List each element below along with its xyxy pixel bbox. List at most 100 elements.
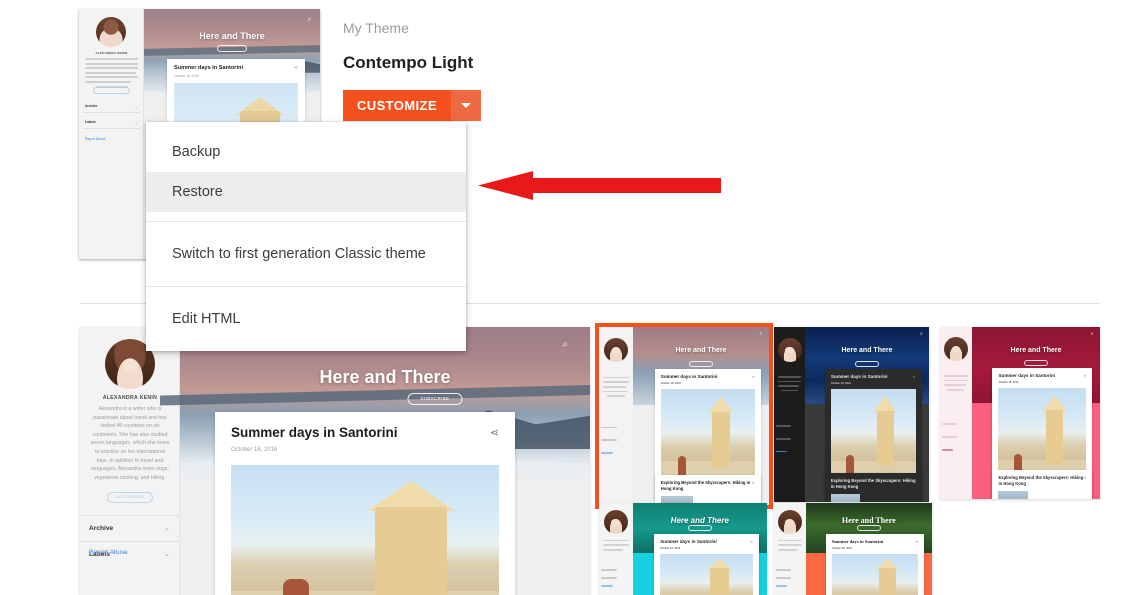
avatar	[944, 337, 968, 362]
subscribe-button[interactable]	[217, 45, 247, 52]
post-image	[231, 465, 499, 595]
subscribe-button	[855, 360, 879, 367]
post-date: October 18, 2016	[998, 381, 1019, 384]
sidebar-section-archive[interactable]: Archive ⌄	[83, 101, 140, 113]
author-name: ALEXANDRA KENIN	[95, 51, 128, 55]
sidebar-section-labels[interactable]: Labels ⌄	[83, 117, 140, 129]
visit-profile-button[interactable]: VISIT PROFILE	[107, 492, 153, 503]
sidebar-rows	[775, 569, 804, 595]
post-title: Summer days in Santorini	[830, 373, 888, 379]
thumb-sidebar	[774, 503, 806, 595]
thumb-post-card-2: ⋖ Exploring Beyond the Skyscrapers: Hiki…	[824, 472, 922, 502]
thumb-body: ⋖ Summer days in Santorini October 18, 2…	[805, 534, 932, 595]
post-title: Summer days in Santorini	[231, 425, 398, 440]
bio-lines	[943, 375, 969, 393]
preview-sidebar: ALEXANDRA KENIN Archive ⌄ Labels ⌄ Report …	[79, 9, 144, 259]
subscribe-button[interactable]: SUBSCRIBE	[407, 393, 463, 405]
post-image	[831, 554, 919, 595]
menu-item-edit-html[interactable]: Edit HTML	[146, 299, 466, 339]
search-icon[interactable]: ⌕	[308, 17, 311, 24]
thumb-sidebar	[599, 503, 633, 595]
report-abuse-link[interactable]: Report Abuse	[85, 137, 106, 141]
sidebar-section-archive[interactable]: Archive ⌄	[80, 515, 180, 541]
menu-item-switch-classic[interactable]: Switch to first generation Classic theme	[146, 234, 466, 274]
theme-thumbnail-contempo-coral[interactable]: Here and There ⋖ Summer days in Santorin…	[774, 503, 932, 595]
share-icon: ⋖	[912, 373, 916, 379]
subscribe-button	[1024, 360, 1048, 367]
chevron-down-icon: ⌄	[134, 120, 138, 125]
post-date: October 18, 2016	[231, 447, 278, 453]
theme-thumbnail-contempo-teal[interactable]: Here and There ⋖ Summer days in Santorin…	[599, 503, 767, 595]
share-icon: ⋖	[751, 480, 755, 486]
search-icon: ⌕	[759, 330, 763, 337]
share-icon[interactable]: ⋖	[490, 426, 499, 439]
chevron-down-icon	[460, 103, 471, 108]
chevron-down-icon: ⌄	[164, 525, 170, 532]
blog-title: Here and There	[841, 347, 893, 355]
post-date: October 18, 2016	[660, 382, 681, 386]
thumb-body: ⋖ Summer days in Santorini October 18, 2…	[632, 534, 767, 595]
post-title-2: Exploring Beyond the Skyscrapers: Hiking…	[830, 477, 916, 489]
avatar	[604, 337, 628, 362]
author-bio: Alexandra is a writer who is passionate …	[90, 406, 170, 481]
author-bio-placeholder	[85, 58, 138, 90]
share-icon[interactable]: ⋖	[294, 65, 298, 71]
customize-split-button: CUSTOMIZE	[343, 90, 481, 121]
share-icon: ⋖	[912, 477, 916, 483]
sidebar-rows	[601, 426, 631, 465]
share-icon: ⋖	[915, 539, 919, 545]
chevron-down-icon: ⌄	[134, 104, 138, 109]
preview-post-card-large: ⋖ Summer days in Santorini October 18, 2…	[215, 412, 515, 595]
share-icon: ⋖	[1082, 373, 1087, 378]
thumb-post-card-2: ⋖ Exploring Beyond the Skyscrapers: Hiki…	[654, 475, 761, 505]
chevron-down-icon: ⌄	[164, 551, 170, 558]
theme-thumbnail-contempo-light[interactable]: Here and There ⌕ ⋖ Summer days in Santor…	[595, 323, 773, 509]
menu-item-restore[interactable]: Restore	[146, 172, 466, 212]
bio-lines	[603, 539, 629, 554]
theme-thumbnail-contempo-rose[interactable]: Here and There ⌕ ⋖ Summer days in Santor…	[940, 327, 1100, 499]
share-icon: ⋖	[749, 539, 753, 545]
subscribe-button	[689, 361, 713, 368]
thumb-body: ⋖ Summer days in Santorini October 18, 2…	[805, 368, 929, 502]
post-date: October 18, 2016	[660, 547, 681, 551]
post-title-2: Exploring Beyond the Skyscrapers: Hiking…	[660, 480, 751, 492]
post-date: October 18, 2016	[830, 381, 851, 385]
customize-dropdown-toggle[interactable]	[450, 90, 481, 121]
annotation-arrow-icon	[478, 171, 721, 200]
bio-lines	[777, 539, 802, 554]
post-image	[830, 388, 916, 481]
avatar	[603, 510, 628, 535]
thumb-body: ⋖ Summer days in Santorini October 18, 2…	[633, 369, 769, 505]
blog-title: Here and There	[675, 347, 727, 355]
report-abuse-link[interactable]: Report Abuse	[89, 549, 128, 556]
bio-lines	[603, 376, 629, 400]
thumb-post-card-2: ⋖ Exploring Beyond the Skyscrapers: Hiki…	[992, 470, 1093, 499]
blog-title: Here and There	[841, 515, 896, 525]
search-icon[interactable]: ⌕	[562, 339, 568, 350]
theme-name: Contempo Light	[343, 53, 474, 72]
thumb-post-card: ⋖ Summer days in Santorini October 18, 2…	[825, 534, 925, 595]
theme-options-menu[interactable]: Backup Restore Switch to first generatio…	[146, 122, 466, 351]
post-title: Summer days in Santorini	[660, 374, 718, 380]
blog-title: Here and There	[670, 515, 729, 525]
theme-preview-large[interactable]: ALEXANDRA KENIN Alexandra is a writer wh…	[80, 327, 590, 595]
theme-thumbnail-contempo-dark[interactable]: Here and There ⌕ ⋖ Summer days in Santor…	[774, 327, 929, 502]
customize-button[interactable]: CUSTOMIZE	[343, 90, 451, 121]
thumb-sidebar	[774, 327, 805, 502]
visit-profile-button[interactable]	[93, 87, 130, 94]
blog-title: Here and There	[319, 367, 451, 387]
post-thumbnail-image	[998, 491, 1029, 499]
post-image	[660, 554, 753, 595]
sidebar-rows	[941, 423, 970, 461]
thumb-sidebar	[599, 327, 633, 505]
menu-item-backup[interactable]: Backup	[146, 132, 466, 172]
sidebar-rows	[601, 569, 631, 595]
post-title: Summer days in Santorini	[174, 65, 244, 71]
theme-settings-page: ALEXANDRA KENIN Archive ⌄ Labels ⌄ Report …	[0, 0, 1145, 595]
my-theme-label: My Theme	[343, 20, 409, 36]
search-icon: ⌕	[920, 330, 923, 337]
thumb-sidebar	[940, 327, 972, 499]
thumb-post-card: ⋖ Summer days in Santorini October 18, 2…	[654, 534, 759, 595]
post-date: October 18, 2016	[174, 74, 199, 78]
subscribe-button	[687, 524, 712, 531]
